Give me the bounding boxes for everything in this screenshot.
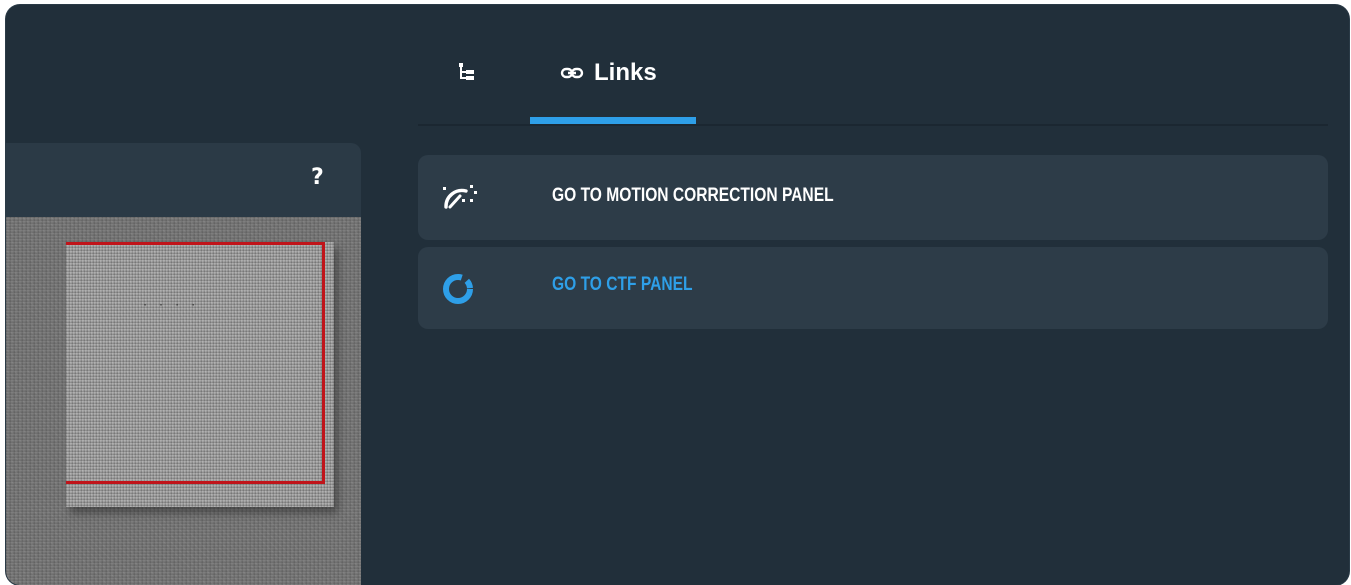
tree-icon bbox=[459, 63, 474, 80]
micrograph-panel-header: ? bbox=[6, 143, 361, 217]
help-button[interactable]: ? bbox=[311, 165, 324, 190]
tab-tree[interactable] bbox=[451, 57, 481, 87]
micrograph-image: · · · · bbox=[66, 242, 334, 507]
app-window: ? · · · · Links GO TO MOTION CORRECTION … bbox=[6, 5, 1349, 585]
ctf-link[interactable]: GO TO CTF PANEL bbox=[418, 247, 1328, 329]
micrograph-viewer[interactable]: · · · · bbox=[6, 217, 361, 585]
tab-links[interactable]: Links bbox=[530, 45, 696, 125]
particle-marks: · · · · bbox=[142, 300, 199, 311]
motion-correction-link[interactable]: GO TO MOTION CORRECTION PANEL bbox=[418, 155, 1328, 240]
donut-icon bbox=[443, 274, 473, 304]
ctf-link-label: GO TO CTF PANEL bbox=[552, 274, 693, 295]
tab-links-label: Links bbox=[594, 59, 657, 86]
motion-correction-link-label: GO TO MOTION CORRECTION PANEL bbox=[552, 185, 834, 206]
link-icon bbox=[560, 67, 584, 79]
tabs-divider bbox=[418, 124, 1328, 126]
micrograph-panel: ? · · · · bbox=[6, 143, 361, 585]
crop-rectangle[interactable] bbox=[66, 242, 325, 484]
speedometer-icon bbox=[443, 185, 477, 209]
